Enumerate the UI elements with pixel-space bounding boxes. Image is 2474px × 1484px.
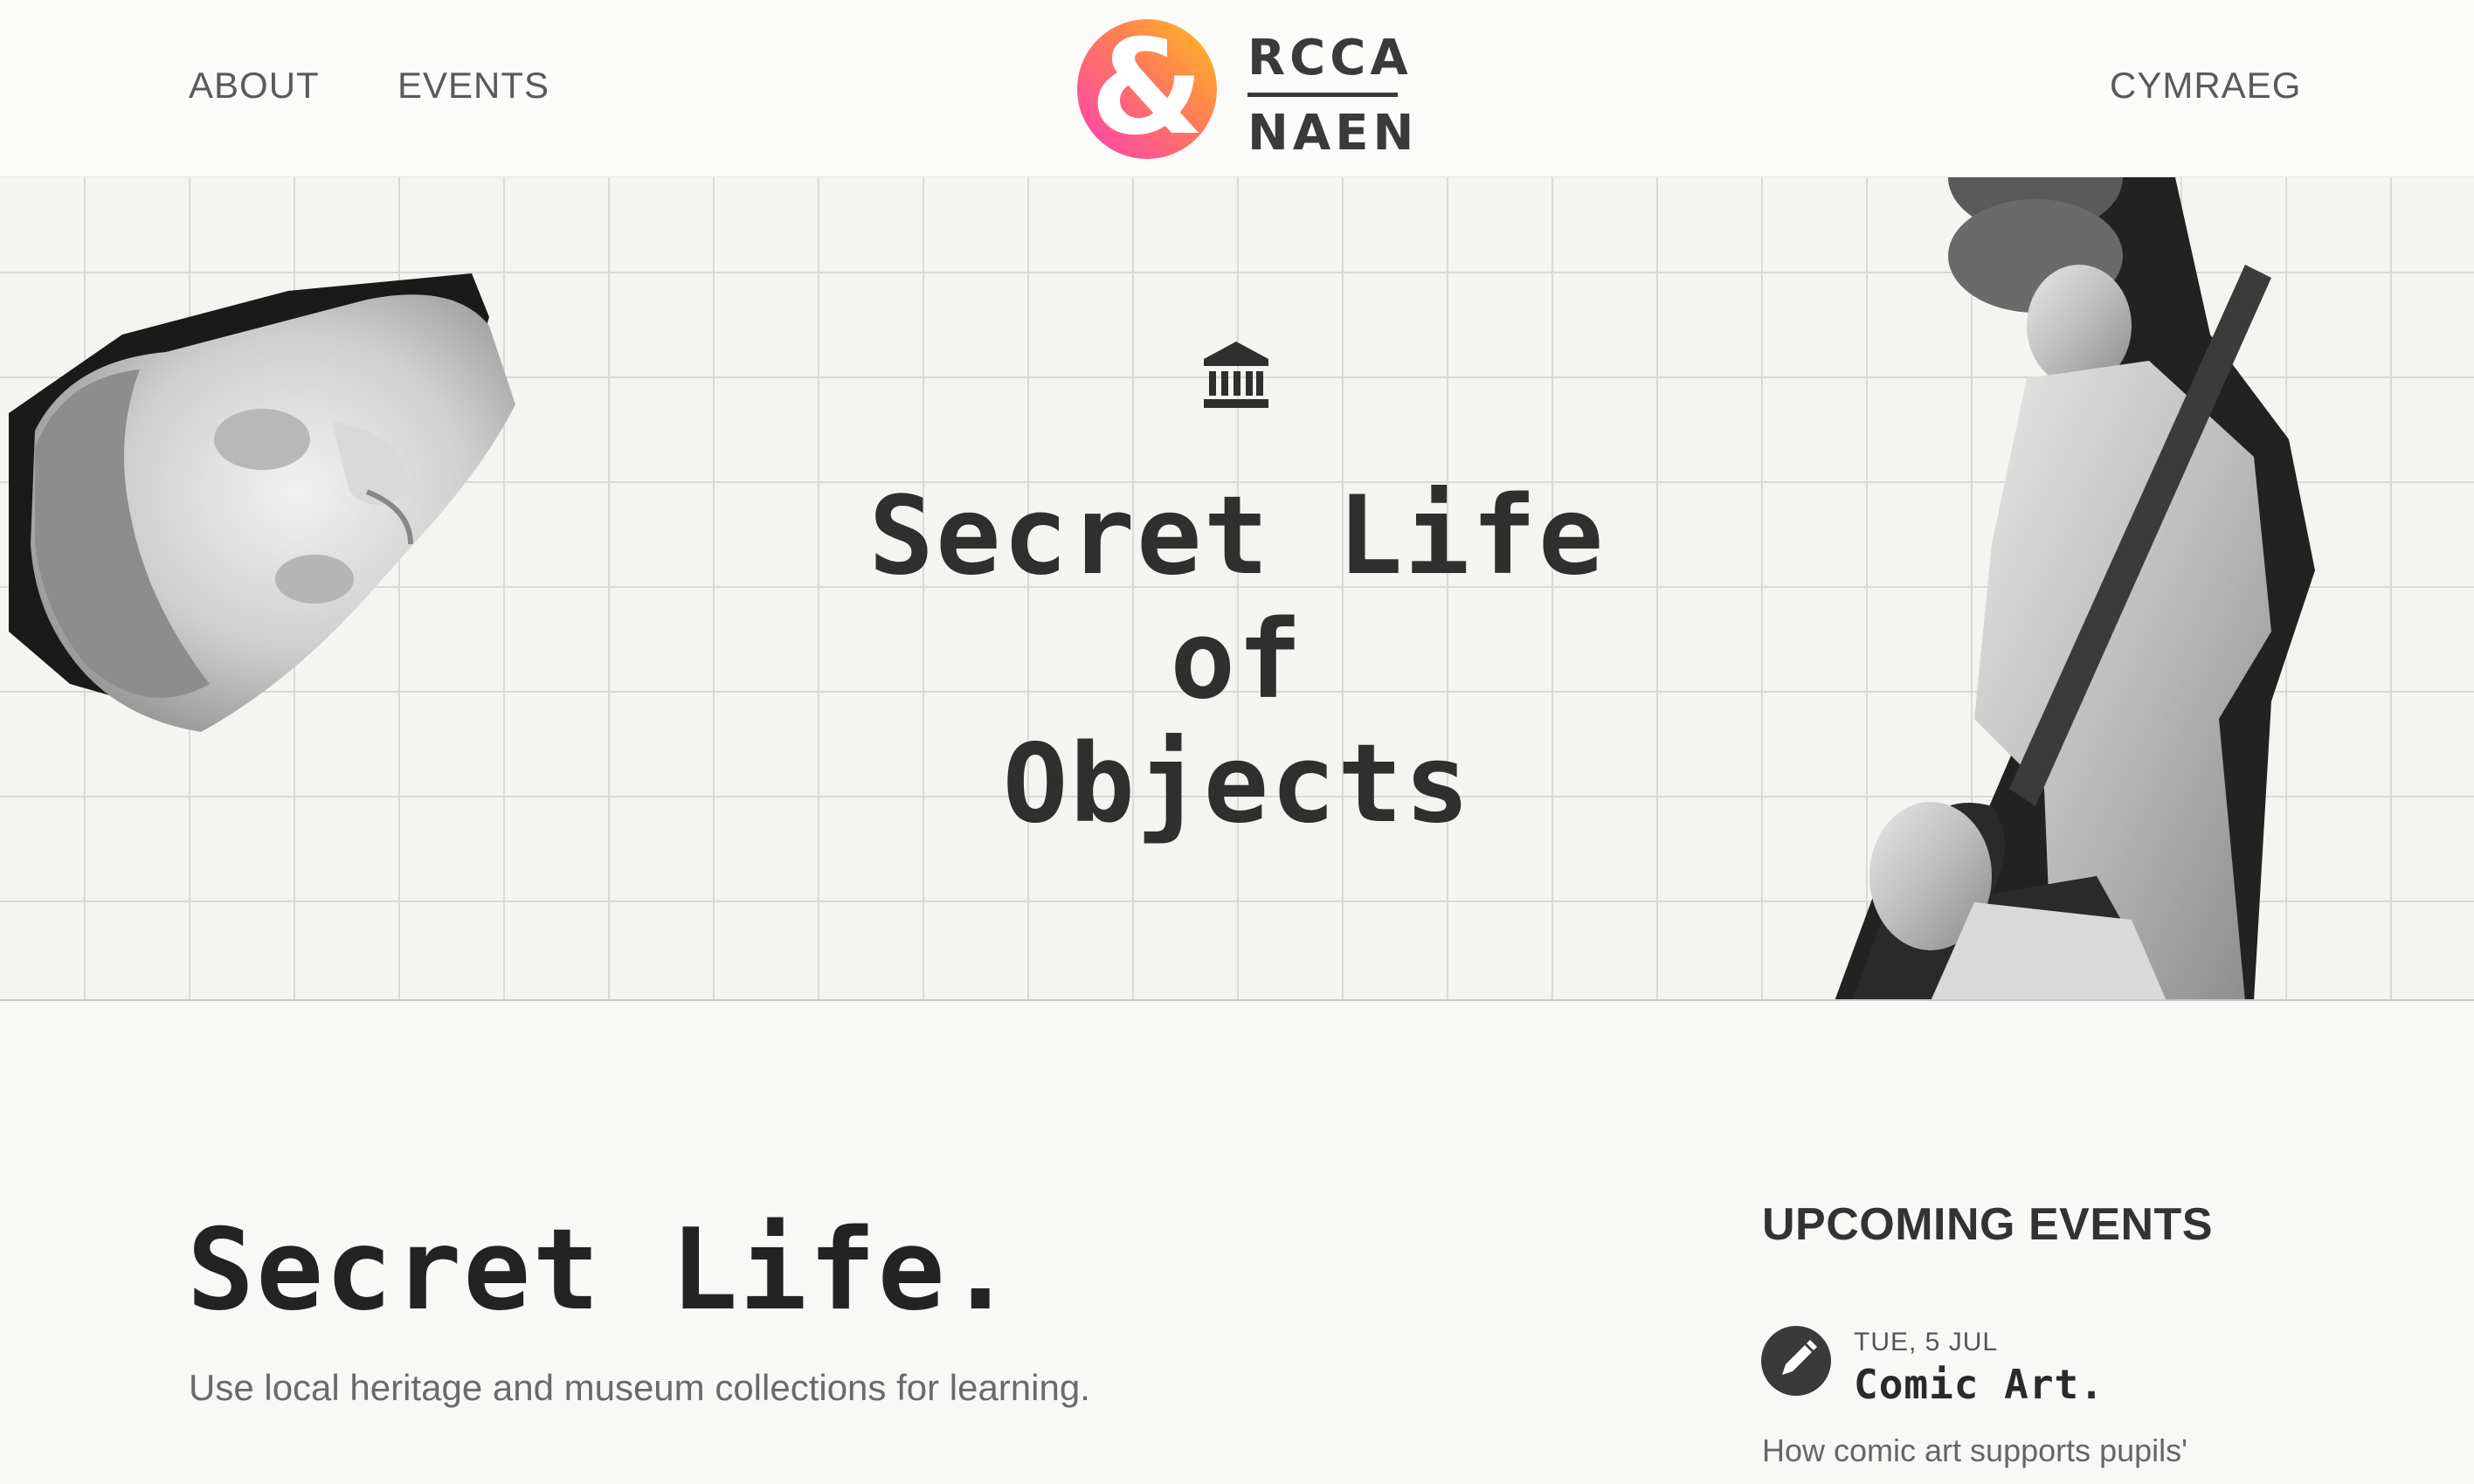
nav-about-link[interactable]: ABOUT: [189, 65, 320, 107]
ampersand-glyph: &: [1090, 19, 1205, 159]
upcoming-events-heading: UPCOMING EVENTS: [1762, 1199, 2213, 1250]
page-subtitle: Use local heritage and museum collection…: [189, 1367, 1090, 1408]
event-date: TUE, 5 JUL: [1854, 1328, 1999, 1356]
page-title: Secret Life.: [187, 1205, 1016, 1336]
logo-text-top: RCCA: [1247, 30, 1413, 86]
hero-title-line-1: Secret Life: [868, 473, 1606, 599]
museum-icon: [1204, 342, 1268, 408]
hero-title-line-2: of: [1170, 597, 1304, 723]
language-toggle-link[interactable]: CYMRAEG: [2110, 65, 2301, 107]
site-logo[interactable]: & RCCA NAEN: [1077, 17, 1413, 162]
page: ABOUT EVENTS & RCCA NAEN CYMRAEG Secret …: [0, 0, 2474, 1484]
site-header: ABOUT EVENTS & RCCA NAEN CYMRAEG: [0, 0, 2474, 177]
soldier-statue-image: [1835, 177, 2315, 999]
hero-banner: Secret Life of Objects: [0, 177, 2474, 1001]
event-title-link[interactable]: Comic Art.: [1854, 1361, 2104, 1408]
pencil-glyph: [1782, 1340, 1817, 1375]
hero-title-line-3: Objects: [1002, 721, 1472, 847]
event-description: How comic art supports pupils': [1762, 1432, 2188, 1468]
hero-title: Secret Life of Objects: [757, 474, 1717, 846]
ampersand-logo-icon: &: [1077, 19, 1217, 159]
logo-divider: [1247, 93, 1398, 97]
marble-head-sculpture-image: [9, 273, 515, 732]
logo-text-bottom: NAEN: [1247, 105, 1419, 162]
pencil-icon: [1761, 1326, 1831, 1396]
nav-events-link[interactable]: EVENTS: [397, 65, 549, 107]
